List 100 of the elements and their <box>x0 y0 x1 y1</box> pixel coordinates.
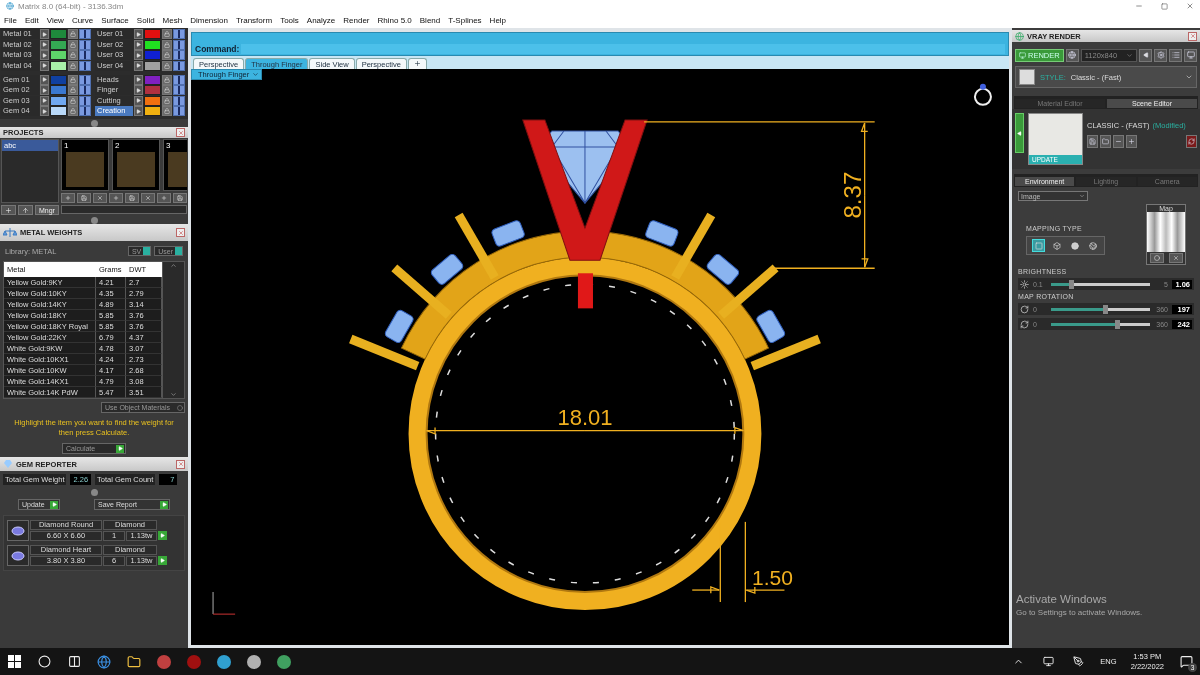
layer-visibility-toggle[interactable] <box>79 95 91 106</box>
clear-button[interactable] <box>1168 253 1183 263</box>
settings-button[interactable] <box>1154 48 1167 62</box>
library-button[interactable] <box>1100 135 1111 148</box>
layer-menu-button[interactable] <box>40 95 49 106</box>
file-explorer-button[interactable] <box>126 653 142 670</box>
add-button[interactable] <box>61 193 75 203</box>
layer-visibility-toggle[interactable] <box>79 29 91 39</box>
layer-menu-button[interactable] <box>40 60 49 71</box>
slider-thumb[interactable] <box>1115 319 1121 329</box>
layer-visibility-toggle[interactable] <box>79 39 91 50</box>
layer-menu-button[interactable] <box>40 39 49 50</box>
layer-menu-button[interactable] <box>40 106 49 116</box>
menu-item[interactable]: T-Splines <box>448 15 482 25</box>
layer-menu-button[interactable] <box>134 74 143 85</box>
layer-color-swatch[interactable] <box>144 50 161 60</box>
delete-button[interactable] <box>93 193 107 203</box>
layer-menu-button[interactable] <box>40 74 49 85</box>
app-icon[interactable] <box>246 653 262 670</box>
menu-item[interactable]: Solid <box>136 15 155 25</box>
remove-button[interactable] <box>1113 135 1124 148</box>
add-button[interactable] <box>1 205 16 215</box>
layer-menu-button[interactable] <box>134 85 143 95</box>
save-button[interactable] <box>125 193 139 203</box>
gem-select-button[interactable] <box>158 556 167 565</box>
app-icon[interactable] <box>216 653 232 670</box>
lock-button[interactable] <box>68 60 78 71</box>
maximize-button[interactable] <box>1161 2 1168 10</box>
layer-color-swatch[interactable] <box>144 95 161 106</box>
search-button[interactable] <box>36 653 52 670</box>
close-button[interactable] <box>176 459 185 469</box>
close-button[interactable] <box>176 228 185 237</box>
layer-visibility-toggle[interactable] <box>173 95 185 106</box>
mapping-type-button[interactable] <box>1068 239 1081 252</box>
menu-item[interactable]: Transform <box>235 15 273 25</box>
layer-visibility-toggle[interactable] <box>173 50 185 60</box>
menu-item[interactable]: Tools <box>280 15 299 25</box>
layer-color-swatch[interactable] <box>50 29 67 39</box>
layer-visibility-toggle[interactable] <box>173 74 185 85</box>
save-button[interactable] <box>1087 135 1098 148</box>
gem-select-button[interactable] <box>158 531 167 540</box>
layer-color-swatch[interactable] <box>50 106 67 116</box>
layer-color-swatch[interactable] <box>144 85 161 95</box>
network-button[interactable] <box>1184 48 1197 62</box>
project-thumbnail[interactable]: 1 <box>61 139 109 191</box>
scrollbar[interactable] <box>162 262 184 398</box>
layer-color-swatch[interactable] <box>144 106 161 116</box>
menu-item[interactable]: Curve <box>71 15 94 25</box>
layer-visibility-toggle[interactable] <box>173 85 185 95</box>
list-button[interactable] <box>1169 48 1182 62</box>
menu-item[interactable]: Dimension <box>190 15 228 25</box>
slider-thumb[interactable] <box>1103 304 1109 314</box>
lock-button[interactable] <box>162 60 172 71</box>
layer-color-swatch[interactable] <box>144 60 161 71</box>
layer-menu-button[interactable] <box>134 60 143 71</box>
app-icon[interactable] <box>276 653 292 670</box>
layer-visibility-toggle[interactable] <box>173 60 185 71</box>
app-icon[interactable] <box>156 653 172 670</box>
scrollbar[interactable] <box>61 205 187 214</box>
menu-item[interactable]: Rhino 5.0 <box>377 15 412 25</box>
mapping-type-button[interactable] <box>1050 239 1063 252</box>
layer-visibility-toggle[interactable] <box>79 74 91 85</box>
project-thumbnail[interactable]: 3 <box>163 139 187 191</box>
layer-visibility-toggle[interactable] <box>79 50 91 60</box>
rewind-button[interactable] <box>1139 48 1152 62</box>
menu-item[interactable]: Help <box>489 15 507 25</box>
close-button[interactable] <box>1186 2 1194 10</box>
lock-button[interactable] <box>68 74 78 85</box>
command-input[interactable] <box>241 44 1005 54</box>
collapse-handle[interactable] <box>90 488 98 496</box>
add-button[interactable] <box>109 193 123 203</box>
lock-button[interactable] <box>162 74 172 85</box>
layer-color-swatch[interactable] <box>50 39 67 50</box>
add-tab-button[interactable] <box>407 58 427 69</box>
slider-track[interactable] <box>1051 322 1150 326</box>
lock-button[interactable] <box>162 39 172 50</box>
pick-button[interactable] <box>1149 253 1164 263</box>
reset-button[interactable] <box>1186 135 1197 148</box>
add-button[interactable] <box>157 193 171 203</box>
save-button[interactable] <box>77 193 91 203</box>
menu-item[interactable]: Analyze <box>306 15 336 25</box>
layer-color-swatch[interactable] <box>144 39 161 50</box>
menu-item[interactable]: Mesh <box>162 15 183 25</box>
layer-color-swatch[interactable] <box>50 50 67 60</box>
layer-visibility-toggle[interactable] <box>173 106 185 116</box>
lock-button[interactable] <box>162 95 172 106</box>
start-button[interactable] <box>6 653 22 670</box>
lock-button[interactable] <box>68 39 78 50</box>
mapping-type-button[interactable] <box>1086 239 1099 252</box>
menu-item[interactable]: Blend <box>419 15 441 25</box>
layer-color-swatch[interactable] <box>50 95 67 106</box>
lock-button[interactable] <box>68 95 78 106</box>
collapse-handle[interactable] <box>90 216 98 224</box>
close-button[interactable] <box>1188 31 1197 41</box>
menu-item[interactable]: Surface <box>101 15 129 25</box>
layer-visibility-toggle[interactable] <box>79 85 91 95</box>
slider-thumb[interactable] <box>1068 279 1074 289</box>
slider-track[interactable] <box>1051 307 1150 311</box>
layer-menu-button[interactable] <box>40 29 49 39</box>
globe-button[interactable] <box>1065 48 1079 62</box>
